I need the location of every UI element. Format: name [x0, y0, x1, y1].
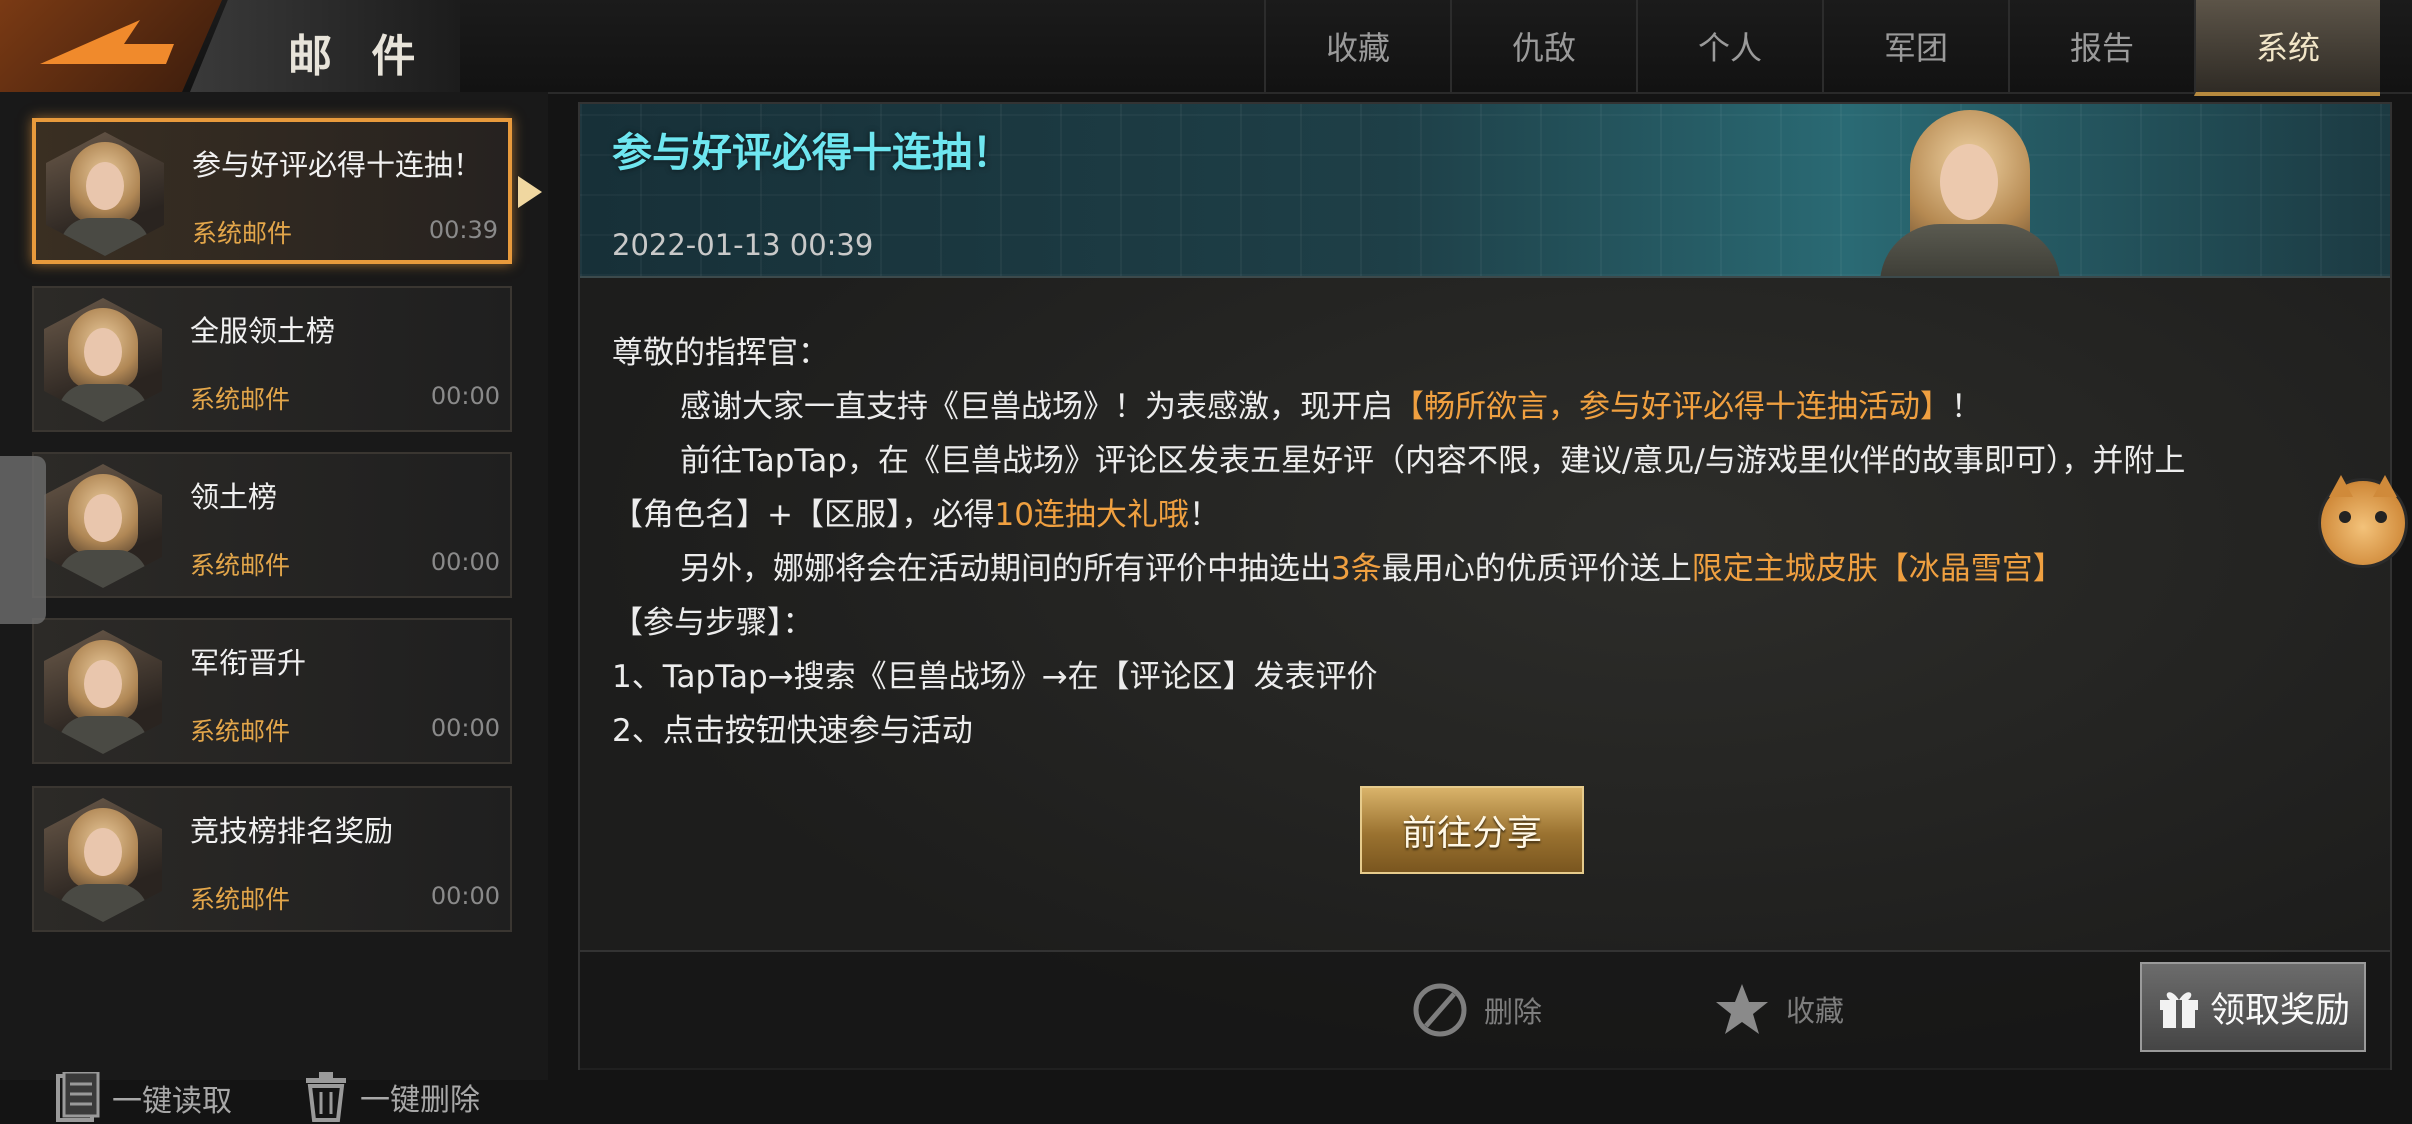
mail-item-sender: 系统邮件	[190, 551, 291, 580]
mail-item-sender: 系统邮件	[190, 717, 291, 746]
favorite-label: 收藏	[1786, 994, 1845, 1028]
mail-item-title: 领土榜	[190, 480, 278, 514]
tab-favorites[interactable]: 收藏	[1264, 0, 1450, 92]
mail-item-time: 00:00	[430, 882, 500, 910]
mail-list-item[interactable]: 领土榜 系统邮件 00:00	[32, 452, 512, 598]
delete-all-label: 一键删除	[360, 1083, 480, 1118]
claim-reward-button[interactable]: 领取奖励	[2140, 962, 2366, 1052]
favorite-button[interactable]: 收藏	[1714, 982, 1844, 1036]
mail-item-sender: 系统邮件	[190, 385, 291, 414]
mail-title: 参与好评必得十连抽！	[612, 130, 1012, 176]
mail-footer: 删除 收藏 领取奖励	[580, 950, 2390, 1070]
avatar	[44, 798, 162, 922]
mail-list-item[interactable]: 参与好评必得十连抽！ 系统邮件 00:39	[32, 118, 512, 264]
mail-paragraph-2: 前往TapTap，在《巨兽战场》评论区发表五星好评（内容不限，建议/意见/与游戏…	[680, 443, 2186, 479]
gift-icon	[2159, 992, 2198, 1028]
steps-title: 【参与步骤】：	[612, 605, 814, 641]
mail-list-item[interactable]: 全服领土榜 系统邮件 00:00	[32, 286, 512, 432]
tab-system[interactable]: 系统	[2194, 0, 2380, 96]
mail-item-title: 军衔晋升	[190, 646, 307, 680]
share-button[interactable]: 前往分享	[1360, 786, 1584, 874]
avatar	[44, 298, 162, 422]
delete-label: 删除	[1484, 995, 1543, 1029]
tab-bar: 收藏 仇敌 个人 军团 报告 系统	[1264, 0, 2380, 96]
avatar	[44, 630, 162, 754]
read-all-label: 一键读取	[112, 1084, 232, 1119]
mail-body: 尊敬的指挥官： 感谢大家一直支持《巨兽战场》！为表感激，现开启【畅所欲言，参与好…	[612, 326, 2372, 758]
mail-item-sender: 系统邮件	[190, 885, 291, 914]
top-bar: 邮 件 收藏 仇敌 个人 军团 报告 系统	[0, 0, 2412, 96]
side-drawer-handle[interactable]	[0, 456, 46, 624]
mail-paragraph-1: 感谢大家一直支持《巨兽战场》！为表感激，现开启【畅所欲言，参与好评必得十连抽活动…	[680, 389, 1982, 425]
step-1: 1、TapTap→搜索《巨兽战场》→在【评论区】发表评价	[612, 659, 1378, 695]
mail-list-item[interactable]: 军衔晋升 系统邮件 00:00	[32, 618, 512, 764]
mail-list-panel: 参与好评必得十连抽！ 系统邮件 00:39 全服领土榜 系统邮件 00:00 领…	[0, 92, 548, 1122]
mail-paragraph-2-cont: 【角色名】+【区服】，必得10连抽大礼哦！	[612, 497, 1220, 533]
page-title: 邮 件	[288, 31, 428, 82]
step-2: 2、点击按钮快速参与活动	[612, 713, 973, 749]
tab-enemies[interactable]: 仇敌	[1450, 0, 1636, 92]
mail-item-title: 参与好评必得十连抽！	[192, 148, 483, 182]
tab-legion[interactable]: 军团	[1822, 0, 2008, 92]
mail-detail-panel: 参与好评必得十连抽！ 2022-01-13 00:39 尊敬的指挥官： 感谢大家…	[578, 102, 2392, 1070]
floating-assistant-cat-icon[interactable]	[2318, 475, 2408, 568]
star-icon	[1716, 984, 1768, 1034]
back-arrow-icon	[40, 20, 174, 64]
mail-item-time: 00:00	[430, 714, 500, 742]
mail-greeting: 尊敬的指挥官：	[612, 335, 829, 371]
mail-item-title: 全服领土榜	[190, 314, 336, 348]
mail-item-time: 00:00	[430, 548, 500, 576]
banner-character-image	[1870, 104, 2070, 276]
mail-list-item[interactable]: 竞技榜排名奖励 系统邮件 00:00	[32, 786, 512, 932]
back-button[interactable]	[0, 0, 222, 92]
delete-button[interactable]: 删除	[1412, 982, 1542, 1038]
mail-item-title: 竞技榜排名奖励	[190, 814, 394, 848]
avatar	[46, 132, 164, 256]
tab-personal[interactable]: 个人	[1636, 0, 1822, 92]
mail-date: 2022-01-13 00:39	[612, 228, 874, 262]
mail-item-sender: 系统邮件	[192, 219, 293, 248]
no-symbol-icon	[1413, 983, 1467, 1037]
selection-arrow-icon	[518, 176, 542, 208]
mail-item-time: 00:00	[430, 382, 500, 410]
claim-reward-label: 领取奖励	[2209, 990, 2350, 1031]
mail-item-time: 00:39	[428, 216, 498, 244]
mail-banner: 参与好评必得十连抽！ 2022-01-13 00:39	[580, 104, 2390, 278]
avatar	[44, 464, 162, 588]
mail-paragraph-3: 另外，娜娜将会在活动期间的所有评价中抽选出3条最用心的优质评价送上限定主城皮肤【…	[680, 551, 2064, 587]
tab-reports[interactable]: 报告	[2008, 0, 2194, 92]
